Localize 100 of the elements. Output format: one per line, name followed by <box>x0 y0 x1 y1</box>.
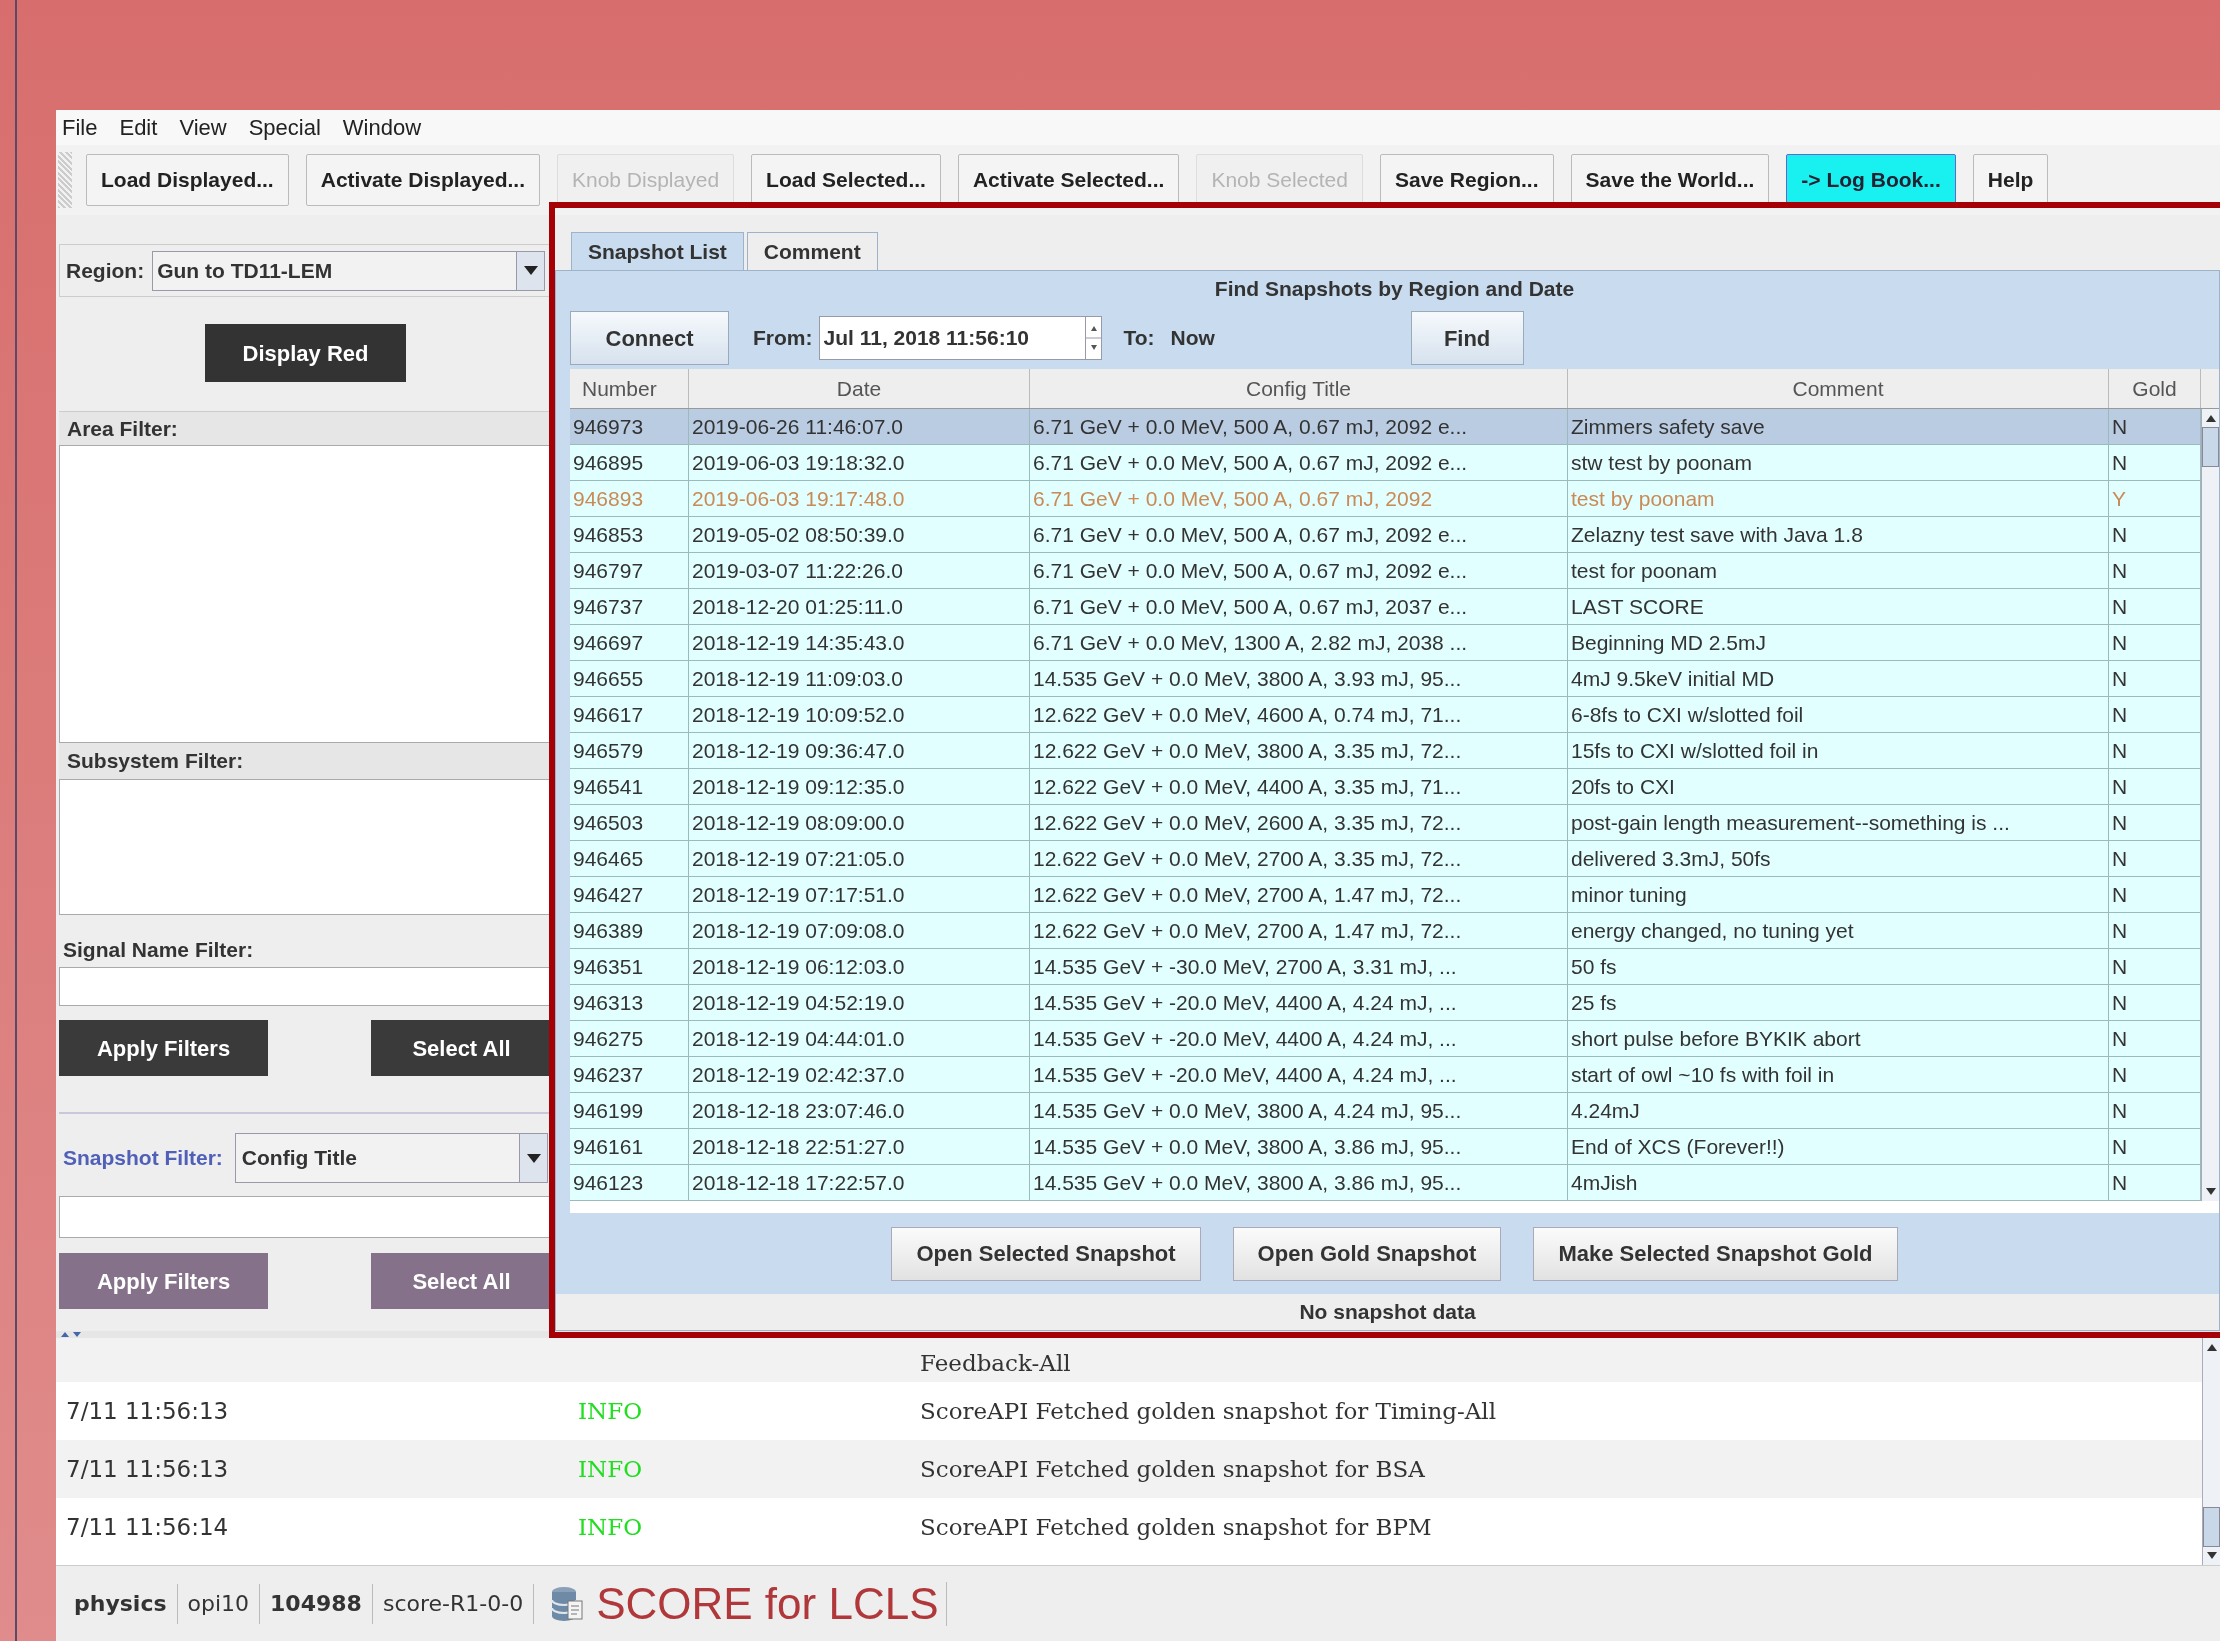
table-cell: 946737 <box>570 589 689 624</box>
region-dropdown[interactable]: Gun to TD11-LEM <box>152 250 545 291</box>
table-row[interactable]: 946697 2018-12-19 14:35:43.0 6.71 GeV + 0.0 MeV, 1300 A, 2.82 mJ, 2038 ... Beginning MD 2.5mJ N <box>570 625 2201 661</box>
signal-name-input[interactable] <box>59 967 552 1006</box>
table-cell: 946123 <box>570 1165 689 1200</box>
subsystem-filter-list[interactable] <box>59 779 552 915</box>
column-header[interactable]: Gold <box>2109 369 2201 408</box>
scroll-down-icon[interactable] <box>2206 1552 2217 1560</box>
menu-item[interactable]: Window <box>342 111 422 144</box>
table-cell: 946389 <box>570 913 689 948</box>
list-label: Area Filter: <box>59 411 552 445</box>
table-cell: 2018-12-19 07:17:51.0 <box>689 877 1030 912</box>
date-spinner[interactable]: Jul 11, 2018 11:56:10 <box>818 316 1102 360</box>
scrollbar-thumb[interactable] <box>2203 1507 2220 1547</box>
table-row[interactable]: 946895 2019-06-03 19:18:32.0 6.71 GeV + 0.0 MeV, 500 A, 0.67 mJ, 2092 e... stw test by poonam N <box>570 445 2201 481</box>
table-cell: 2018-12-18 17:22:57.0 <box>689 1165 1030 1200</box>
table-row[interactable]: 946389 2018-12-19 07:09:08.0 12.622 GeV + 0.0 MeV, 2700 A, 1.47 mJ, 72... energy changed, no tuning yet N <box>570 913 2201 949</box>
menu-item[interactable]: Edit <box>119 111 158 144</box>
log-severity: INFO <box>578 1455 643 1482</box>
table-row[interactable]: 946465 2018-12-19 07:21:05.0 12.622 GeV + 0.0 MeV, 2700 A, 3.35 mJ, 72... delivered 3.3mJ, 50fs N <box>570 841 2201 877</box>
column-header[interactable]: Date <box>689 369 1030 408</box>
table-cell: Zimmers safety save <box>1568 409 2109 444</box>
apply-filters-button[interactable]: Apply Filters <box>59 1253 268 1309</box>
table-cell: 14.535 GeV + 0.0 MeV, 3800 A, 4.24 mJ, 95... <box>1030 1093 1568 1128</box>
tab[interactable]: Snapshot List <box>571 232 744 270</box>
find-button[interactable]: Find <box>1410 311 1524 365</box>
log-message: Feedback-All <box>920 1348 1071 1378</box>
table-cell: 946503 <box>570 805 689 840</box>
display-button[interactable]: Display Red <box>205 324 406 382</box>
table-row[interactable]: 946427 2018-12-19 07:17:51.0 12.622 GeV + 0.0 MeV, 2700 A, 1.47 mJ, 72... minor tuning N <box>570 877 2201 913</box>
table-cell: 2019-06-26 11:46:07.0 <box>689 409 1030 444</box>
tab[interactable]: Comment <box>746 232 878 270</box>
table-row[interactable]: 946123 2018-12-18 17:22:57.0 14.535 GeV + 0.0 MeV, 3800 A, 3.86 mJ, 95... 4mJish N <box>570 1165 2201 1201</box>
table-row[interactable]: 946973 2019-06-26 11:46:07.0 6.71 GeV + 0.0 MeV, 500 A, 0.67 mJ, 2092 e... Zimmers safety save N <box>570 409 2201 445</box>
toolbar-button[interactable]: Activate Displayed... <box>305 154 540 206</box>
table-cell: 2018-12-19 02:42:37.0 <box>689 1057 1030 1092</box>
scroll-down-icon[interactable] <box>2205 1188 2216 1196</box>
table-cell: 6.71 GeV + 0.0 MeV, 500 A, 0.67 mJ, 2092 <box>1030 481 1568 516</box>
snapshot-filter-dropdown[interactable]: Config Title <box>234 1133 548 1183</box>
table-row[interactable]: 946579 2018-12-19 09:36:47.0 12.622 GeV + 0.0 MeV, 3800 A, 3.35 mJ, 72... 15fs to CXI w/slotted foil in N <box>570 733 2201 769</box>
table-cell: 2018-12-19 07:21:05.0 <box>689 841 1030 876</box>
table-cell: 946313 <box>570 985 689 1020</box>
list-label: Subsystem Filter: <box>59 743 552 779</box>
table-cell: short pulse before BYKIK abort <box>1568 1021 2109 1056</box>
scrollbar[interactable] <box>2201 409 2219 1201</box>
table-cell: 946541 <box>570 769 689 804</box>
table-cell: 2018-12-19 07:09:08.0 <box>689 913 1030 948</box>
table-cell: 50 fs <box>1568 949 2109 984</box>
action-button[interactable]: Open Selected Snapshot <box>891 1226 1201 1281</box>
select-all-button[interactable]: Select All <box>371 1020 552 1076</box>
table-row[interactable]: 946161 2018-12-18 22:51:27.0 14.535 GeV + 0.0 MeV, 3800 A, 3.86 mJ, 95... End of XCS (Forever!!) N <box>570 1129 2201 1165</box>
snapshot-filter-input[interactable] <box>59 1196 552 1238</box>
menu-item[interactable]: View <box>179 111 227 144</box>
action-button[interactable]: Open Gold Snapshot <box>1232 1226 1502 1281</box>
table-cell: 6.71 GeV + 0.0 MeV, 1300 A, 2.82 mJ, 2038 ... <box>1030 625 1568 660</box>
table-cell: 2019-05-02 08:50:39.0 <box>689 517 1030 552</box>
table-cell: 2018-12-19 09:12:35.0 <box>689 769 1030 804</box>
table-row[interactable]: 946797 2019-03-07 11:22:26.0 6.71 GeV + 0.0 MeV, 500 A, 0.67 mJ, 2092 e... test for poonam N <box>570 553 2201 589</box>
log-time: 7/11 11:56:14 <box>66 1513 229 1540</box>
apply-filters-button[interactable]: Apply Filters <box>59 1020 268 1076</box>
column-header[interactable]: Config Title <box>1030 369 1568 408</box>
table-row[interactable]: 946617 2018-12-19 10:09:52.0 12.622 GeV + 0.0 MeV, 4600 A, 0.74 mJ, 71... 6-8fs to CXI w/slotted foil N <box>570 697 2201 733</box>
table-row[interactable]: 946237 2018-12-19 02:42:37.0 14.535 GeV + -20.0 MeV, 4400 A, 4.24 mJ, ... start of owl ~10 fs with foil in N <box>570 1057 2201 1093</box>
table-row[interactable]: 946351 2018-12-19 06:12:03.0 14.535 GeV + -30.0 MeV, 2700 A, 3.31 mJ, ... 50 fs N <box>570 949 2201 985</box>
scroll-up-icon[interactable] <box>2206 1343 2217 1351</box>
table-cell: 946655 <box>570 661 689 696</box>
table-row[interactable]: 946853 2019-05-02 08:50:39.0 6.71 GeV + 0.0 MeV, 500 A, 0.67 mJ, 2092 e... Zelazny test save with Java 1.8 N <box>570 517 2201 553</box>
table-cell: 12.622 GeV + 0.0 MeV, 4600 A, 0.74 mJ, 71... <box>1030 697 1568 732</box>
table-cell: 2019-06-03 19:18:32.0 <box>689 445 1030 480</box>
action-button[interactable]: Make Selected Snapshot Gold <box>1533 1226 1898 1281</box>
table-cell: minor tuning <box>1568 877 2109 912</box>
log-message: ScoreAPI Fetched golden snapshot for BSA <box>920 1454 1425 1484</box>
table-row[interactable]: 946503 2018-12-19 08:09:00.0 12.622 GeV + 0.0 MeV, 2600 A, 3.35 mJ, 72... post-gain length measurement--something is ... N <box>570 805 2201 841</box>
table-cell: 946893 <box>570 481 689 516</box>
scroll-up-icon[interactable] <box>2205 414 2216 422</box>
toolbar-button[interactable]: Load Displayed... <box>86 154 289 206</box>
table-cell: 12.622 GeV + 0.0 MeV, 2600 A, 3.35 mJ, 72... <box>1030 805 1568 840</box>
column-header[interactable]: Comment <box>1568 369 2109 408</box>
table-row[interactable]: 946199 2018-12-18 23:07:46.0 14.535 GeV + 0.0 MeV, 3800 A, 4.24 mJ, 95... 4.24mJ N <box>570 1093 2201 1129</box>
splitter-arrows-icon[interactable] <box>60 1331 84 1338</box>
table-row[interactable]: 946275 2018-12-19 04:44:01.0 14.535 GeV + -20.0 MeV, 4400 A, 4.24 mJ, ... short pulse before BYKIK abort N <box>570 1021 2201 1057</box>
scrollbar-thumb[interactable] <box>2202 427 2219 467</box>
toolbar-grip[interactable] <box>58 152 72 208</box>
table-cell: 946237 <box>570 1057 689 1092</box>
table-row[interactable]: 946737 2018-12-20 01:25:11.0 6.71 GeV + 0.0 MeV, 500 A, 0.67 mJ, 2037 e... LAST SCORE N <box>570 589 2201 625</box>
menu-item[interactable]: Special <box>248 111 321 144</box>
column-header[interactable]: Number <box>570 369 689 408</box>
connect-button[interactable]: Connect <box>570 311 729 365</box>
table-row[interactable]: 946655 2018-12-19 11:09:03.0 14.535 GeV + 0.0 MeV, 3800 A, 3.93 mJ, 95... 4mJ 9.5keV initial MD N <box>570 661 2201 697</box>
menu-item[interactable]: File <box>62 111 98 144</box>
table-cell: 12.622 GeV + 0.0 MeV, 4400 A, 3.35 mJ, 71... <box>1030 769 1568 804</box>
table-row[interactable]: 946541 2018-12-19 09:12:35.0 12.622 GeV + 0.0 MeV, 4400 A, 3.35 mJ, 71... 20fs to CXI N <box>570 769 2201 805</box>
table-row[interactable]: 946313 2018-12-19 04:52:19.0 14.535 GeV + -20.0 MeV, 4400 A, 4.24 mJ, ... 25 fs N <box>570 985 2201 1021</box>
table-cell: 2018-12-18 22:51:27.0 <box>689 1129 1030 1164</box>
select-all-button[interactable]: Select All <box>371 1253 552 1309</box>
table-cell: End of XCS (Forever!!) <box>1568 1129 2109 1164</box>
table-cell: 946973 <box>570 409 689 444</box>
table-cell: 946199 <box>570 1093 689 1128</box>
scrollbar[interactable] <box>2202 1338 2220 1565</box>
table-cell: 12.622 GeV + 0.0 MeV, 2700 A, 1.47 mJ, 72... <box>1030 877 1568 912</box>
